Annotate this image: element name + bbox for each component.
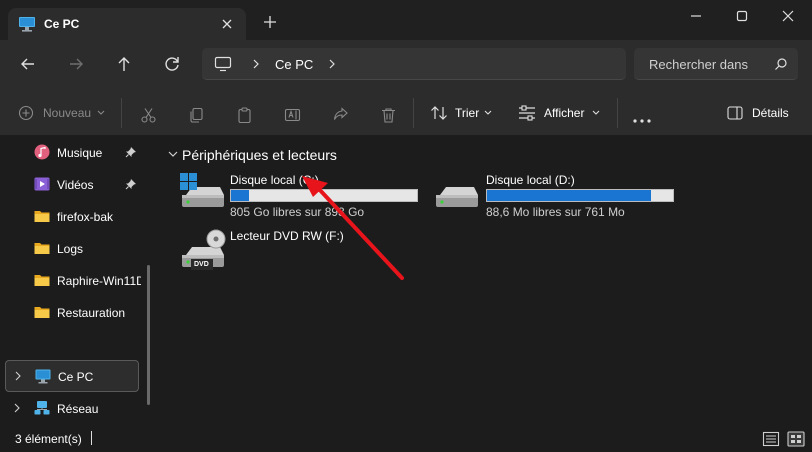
up-arrow-icon[interactable] [112, 52, 136, 76]
item-count: 3 élément(s) [15, 432, 82, 446]
chevron-down-icon[interactable] [168, 150, 178, 158]
title-bar: Ce PC [0, 0, 812, 40]
drive-free-space: 805 Go libres sur 893 Go [230, 205, 365, 219]
forward-arrow-icon[interactable] [64, 52, 88, 76]
cut-icon[interactable] [140, 104, 157, 126]
network-icon [34, 401, 50, 415]
breadcrumb-ce-pc[interactable]: Ce PC [275, 57, 313, 72]
add-circle-icon [18, 105, 34, 121]
address-row: Ce PC Rechercher dans [0, 40, 812, 88]
chevron-right-icon [253, 59, 259, 69]
computer-icon [35, 369, 51, 384]
more-options-icon[interactable] [632, 110, 652, 132]
close-icon[interactable] [773, 5, 803, 27]
tab-ce-pc[interactable]: Ce PC [8, 8, 246, 40]
drive-usage-bar [230, 189, 418, 202]
sidebar-item-label: Logs [57, 242, 84, 256]
chevron-down-icon [592, 110, 600, 115]
monitor-icon [214, 56, 232, 72]
system-drive-icon [180, 173, 224, 207]
sidebar-item-raphire-win11d[interactable]: Raphire-Win11D [0, 265, 150, 295]
sidebar-item-label: Réseau [57, 402, 99, 416]
sidebar-item-reseau[interactable]: Réseau [0, 393, 150, 423]
drive-usage-fill [231, 190, 250, 201]
copy-icon[interactable] [188, 104, 205, 126]
content-area: Périphériques et lecteurs Disque local (… [160, 137, 812, 427]
drive-name: Disque local (C:) [230, 173, 319, 187]
sidebar-item-label: Raphire-Win11D [57, 274, 141, 288]
maximize-icon[interactable] [727, 5, 757, 27]
drive-f-dvd[interactable]: DVD Lecteur DVD RW (F:) [180, 229, 420, 273]
sidebar-item-ce-pc[interactable]: Ce PC [5, 360, 139, 392]
details-pane-icon [727, 106, 743, 120]
view-icon [519, 105, 535, 121]
search-placeholder: Rechercher dans [649, 57, 748, 72]
command-bar: Nouveau Trier Afficher Détails [0, 88, 812, 136]
folder-icon [34, 211, 50, 222]
sort-button[interactable]: Trier [430, 102, 494, 124]
drive-name: Lecteur DVD RW (F:) [230, 229, 344, 243]
separator [617, 98, 618, 128]
sidebar-item-firefox-bak[interactable]: firefox-bak [0, 201, 150, 231]
details-label: Détails [752, 106, 789, 120]
rename-icon[interactable] [284, 104, 301, 126]
sidebar-item-logs[interactable]: Logs [0, 233, 150, 263]
chevron-down-icon [484, 110, 492, 115]
sort-icon [431, 106, 447, 120]
drive-icon [436, 187, 478, 207]
group-title[interactable]: Périphériques et lecteurs [182, 147, 337, 163]
videos-icon [34, 177, 50, 191]
drive-name: Disque local (D:) [486, 173, 575, 187]
sidebar-item-restauration[interactable]: Restauration [0, 297, 150, 327]
folder-icon [34, 275, 50, 286]
search-input[interactable]: Rechercher dans [634, 48, 798, 80]
sidebar-item-label: Ce PC [58, 370, 94, 384]
new-tab-icon[interactable] [262, 14, 278, 30]
back-arrow-icon[interactable] [16, 52, 40, 76]
drive-d[interactable]: Disque local (D:) 88,6 Mo libres sur 761… [434, 173, 674, 221]
chevron-right-icon[interactable] [14, 371, 22, 381]
sidebar-item-videos[interactable]: Vidéos [0, 169, 150, 199]
status-bar: 3 élément(s) [0, 427, 812, 452]
separator [413, 98, 414, 128]
details-button[interactable]: Détails [727, 102, 793, 124]
drive-free-space: 88,6 Mo libres sur 761 Mo [486, 205, 625, 219]
tab-close-icon[interactable] [218, 15, 236, 33]
sidebar-item-label: Restauration [57, 306, 126, 320]
chevron-right-icon[interactable] [13, 403, 21, 413]
sidebar-scrollbar[interactable] [147, 265, 150, 405]
tab-title: Ce PC [44, 17, 80, 31]
paste-icon[interactable] [236, 104, 253, 126]
navigation-pane: Musique Vidéos firefox-bak Logs Raphire-… [0, 137, 158, 427]
chevron-right-icon[interactable] [327, 58, 337, 70]
dvd-label: DVD [194, 261, 209, 268]
details-view-icon[interactable] [762, 431, 780, 447]
new-button[interactable]: Nouveau [18, 102, 108, 124]
view-button[interactable]: Afficher [518, 102, 604, 124]
minimize-icon[interactable] [681, 5, 711, 27]
pin-icon[interactable] [125, 178, 137, 190]
folder-icon [34, 243, 50, 254]
chevron-down-icon [97, 110, 105, 115]
folder-icon [34, 307, 50, 318]
share-icon[interactable] [332, 104, 349, 126]
view-label: Afficher [544, 106, 585, 120]
drive-c[interactable]: Disque local (C:) 805 Go libres sur 893 … [180, 173, 420, 221]
search-icon [775, 58, 787, 70]
tiles-view-icon[interactable] [787, 431, 805, 447]
delete-icon[interactable] [380, 104, 397, 126]
computer-icon [19, 17, 35, 32]
drive-usage-bar [486, 189, 674, 202]
address-bar[interactable]: Ce PC [202, 48, 626, 80]
new-button-label: Nouveau [43, 106, 92, 120]
drive-usage-fill [487, 190, 652, 201]
sort-label: Trier [455, 106, 480, 120]
pin-icon[interactable] [125, 146, 137, 158]
music-icon [34, 144, 50, 160]
separator [121, 98, 122, 128]
status-separator [91, 431, 92, 445]
sidebar-item-musique[interactable]: Musique [0, 137, 150, 167]
sidebar-item-label: firefox-bak [57, 210, 114, 224]
refresh-icon[interactable] [160, 52, 184, 76]
